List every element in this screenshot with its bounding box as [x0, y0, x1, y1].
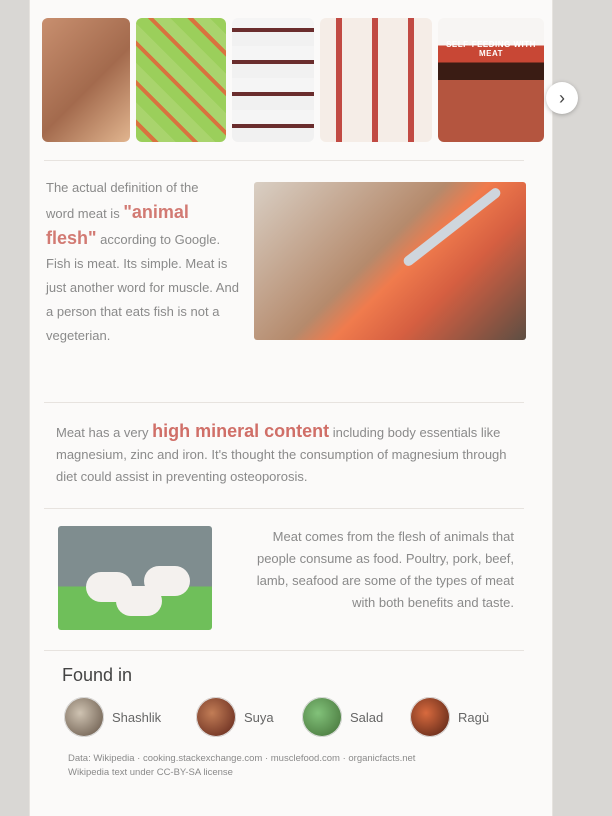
divider — [44, 402, 524, 403]
divider — [44, 508, 524, 509]
definition-text-2: word meat is — [46, 206, 124, 221]
image-carousel: SELF-FEEDING WITH MEAT › — [42, 14, 578, 154]
dish-shashlik[interactable]: Shashlik — [64, 697, 161, 737]
mineral-text-1: Meat has a very — [56, 425, 153, 440]
ragu-icon — [410, 697, 450, 737]
poultry-image[interactable] — [58, 526, 212, 630]
dish-salad[interactable]: Salad — [302, 697, 383, 737]
found-in-title: Found in — [62, 665, 133, 685]
steak-book-image[interactable]: SELF-FEEDING WITH MEAT — [438, 18, 544, 142]
mineral-highlight: high mineral content — [152, 421, 330, 441]
dish-ragu[interactable]: Ragù — [410, 697, 489, 737]
meat-cuts-image[interactable] — [42, 18, 130, 142]
dish-label: Salad — [350, 709, 384, 725]
source-footer: Data: Wikipedia · cooking.stackexchange.… — [68, 752, 538, 780]
dish-label: Ragù — [458, 709, 490, 725]
definition-text-3: according to Google. Fish is meat. Its s… — [46, 232, 239, 343]
meat-chart-image[interactable] — [232, 18, 314, 142]
chicken-shape — [116, 586, 162, 616]
dish-label: Shashlik — [112, 709, 162, 725]
dish-label: Suya — [244, 709, 274, 725]
meat-varieties-image[interactable] — [320, 18, 432, 142]
license-line[interactable]: Wikipedia text under CC-BY-SA license — [68, 766, 538, 780]
knowledge-panel: SELF-FEEDING WITH MEAT › The actual defi… — [30, 0, 578, 816]
suya-icon — [196, 697, 236, 737]
chevron-right-icon: › — [559, 87, 565, 108]
definition-text-1: The actual definition of the — [46, 180, 199, 195]
definition-paragraph: The actual definition of the word meat i… — [46, 176, 240, 348]
carousel-next-button[interactable]: › — [546, 82, 578, 114]
salmon-image[interactable] — [254, 182, 526, 340]
meat-pattern-image[interactable] — [136, 18, 226, 142]
knife-illustration — [401, 186, 503, 268]
steak-book-label: SELF-FEEDING WITH MEAT — [446, 40, 536, 58]
shashlik-icon — [64, 697, 104, 737]
salad-icon — [302, 697, 342, 737]
source-line[interactable]: Data: Wikipedia · cooking.stackexchange.… — [68, 752, 538, 766]
dish-suya[interactable]: Suya — [196, 697, 274, 737]
meat-origin-paragraph: Meat comes from the flesh of animals tha… — [256, 529, 514, 610]
divider — [44, 160, 524, 161]
mineral-paragraph: Meat has a very high mineral content inc… — [56, 420, 526, 488]
